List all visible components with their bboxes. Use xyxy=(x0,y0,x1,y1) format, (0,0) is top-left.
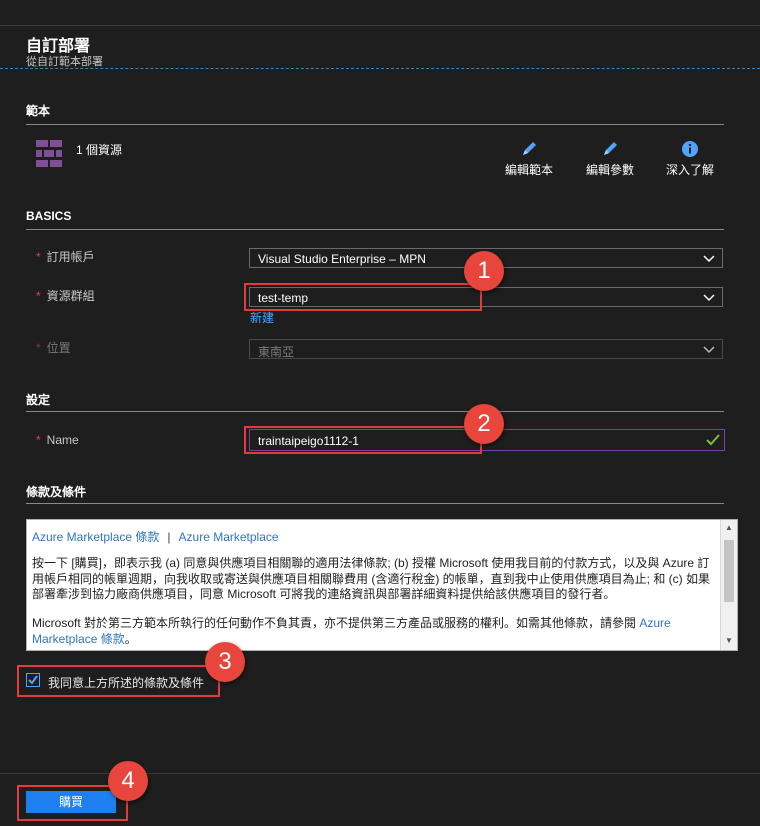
required-marker: * xyxy=(36,433,41,447)
chevron-down-icon xyxy=(703,255,715,263)
link-separator: | xyxy=(167,530,171,544)
scroll-down-icon[interactable]: ▼ xyxy=(725,636,733,645)
learn-more-label: 深入了解 xyxy=(665,163,714,177)
callout-badge-4: 4 xyxy=(108,761,148,801)
terms-heading: 條款及條件 xyxy=(26,485,87,499)
info-icon xyxy=(682,141,698,157)
title-divider xyxy=(0,68,760,69)
terms-paragraph-2-end: 。 xyxy=(124,631,137,646)
learn-more-button[interactable]: 深入了解 xyxy=(660,139,720,178)
terms-paragraph-2-text: Microsoft 對於第三方範本所執行的任何動作不負其責，亦不提供第三方產品或… xyxy=(32,616,640,630)
terms-paragraph-1: 按一下 [購買]，即表示我 (a) 同意與供應項目相關聯的適用法律條款; (b)… xyxy=(32,556,710,601)
callout-box-2 xyxy=(244,426,482,454)
checkmark-icon xyxy=(706,434,720,446)
page-subtitle: 從自訂範本部署 xyxy=(26,56,103,68)
pencil-icon xyxy=(523,142,536,155)
template-resources-icon xyxy=(36,140,62,168)
template-heading: 範本 xyxy=(26,104,51,118)
create-new-link[interactable]: 新建 xyxy=(250,309,274,326)
required-marker: * xyxy=(36,250,41,264)
marketplace-link[interactable]: Azure Marketplace xyxy=(179,530,279,544)
pencil-icon xyxy=(604,142,617,155)
resource-group-label-text: 資源群組 xyxy=(46,289,95,303)
basics-heading: BASICS xyxy=(26,209,72,223)
top-divider xyxy=(0,25,760,26)
resource-group-label: * 資源群組 xyxy=(36,287,95,304)
chevron-down-icon xyxy=(703,346,715,354)
edit-parameters-label: 編輯參數 xyxy=(585,163,634,177)
terms-links: Azure Marketplace 條款 | Azure Marketplace xyxy=(32,528,279,545)
edit-parameters-button[interactable]: 編輯參數 xyxy=(580,139,640,178)
required-marker: * xyxy=(36,341,41,355)
location-value: 東南亞 xyxy=(258,345,295,359)
chevron-down-icon xyxy=(703,294,715,302)
subscription-value: Visual Studio Enterprise – MPN xyxy=(258,252,426,266)
terms-rule xyxy=(26,503,724,504)
terms-panel[interactable]: Azure Marketplace 條款 | Azure Marketplace 按… xyxy=(26,519,738,651)
callout-badge-1: 1 xyxy=(464,251,504,291)
settings-rule xyxy=(26,411,724,412)
required-marker: * xyxy=(36,289,41,303)
scroll-up-icon[interactable]: ▲ xyxy=(725,523,733,532)
template-rule xyxy=(26,124,724,125)
location-label-text: 位置 xyxy=(46,341,71,355)
terms-scrollbar[interactable]: ▲ ▼ xyxy=(720,520,737,650)
subscription-label: * 訂用帳戶 xyxy=(36,248,95,265)
callout-badge-3: 3 xyxy=(205,642,245,682)
callout-box-1 xyxy=(244,283,482,311)
callout-box-3 xyxy=(17,665,220,697)
name-label: * Name xyxy=(36,433,79,447)
location-label: * 位置 xyxy=(36,339,71,356)
subscription-label-text: 訂用帳戶 xyxy=(46,250,95,264)
terms-paragraph-2: Microsoft 對於第三方範本所執行的任何動作不負其責，亦不提供第三方產品或… xyxy=(32,616,720,647)
edit-template-label: 編輯範本 xyxy=(504,163,553,177)
basics-rule xyxy=(26,229,724,230)
location-select: 東南亞 xyxy=(249,339,723,359)
edit-template-button[interactable]: 編輯範本 xyxy=(499,139,559,178)
settings-heading: 設定 xyxy=(26,393,51,407)
resource-count: 1 個資源 xyxy=(76,143,123,157)
name-label-text: Name xyxy=(46,433,79,447)
scroll-thumb[interactable] xyxy=(724,540,734,602)
marketplace-terms-link[interactable]: Azure Marketplace 條款 xyxy=(32,530,159,544)
callout-badge-2: 2 xyxy=(464,404,504,444)
